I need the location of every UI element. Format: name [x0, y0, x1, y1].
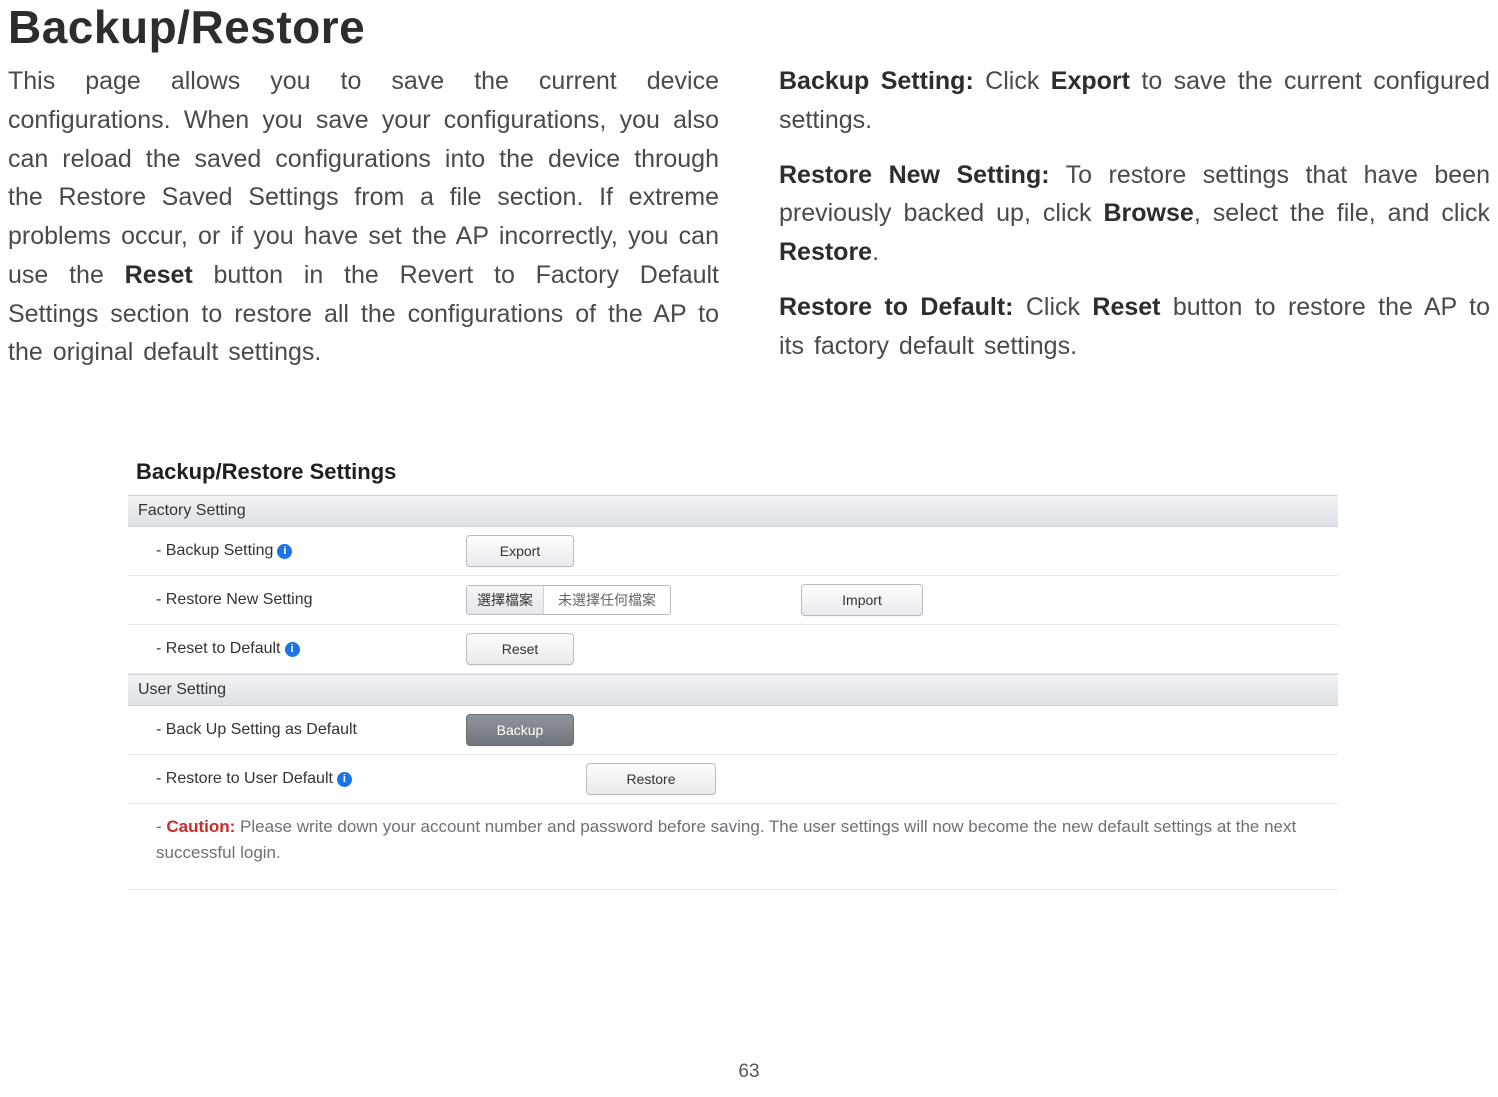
restore-default-heading: Restore to Default: [779, 293, 1013, 321]
backup-setting-text-1: Click [974, 67, 1051, 95]
label-backup-as-default: - Back Up Setting as Default [156, 721, 357, 739]
label-reset-to-default: - Reset to Default [156, 640, 281, 658]
label-restore-user-default: - Restore to User Default [156, 770, 333, 788]
import-button[interactable]: Import [801, 584, 923, 616]
backup-setting-heading: Backup Setting: [779, 67, 974, 95]
restore-new-text-3: . [872, 238, 879, 266]
info-icon[interactable]: i [285, 642, 300, 657]
label-restore-new-setting: - Restore New Setting [156, 591, 313, 609]
restore-new-heading: Restore New Setting: [779, 161, 1050, 189]
info-icon[interactable]: i [277, 544, 292, 559]
browse-word: Browse [1104, 199, 1194, 227]
reset-word-2: Reset [1092, 293, 1160, 321]
restore-new-text-2: , select the file, and click [1194, 199, 1490, 227]
caution-label: Caution: [166, 817, 235, 836]
backup-restore-panel: Backup/Restore Settings Factory Setting … [128, 453, 1338, 890]
reset-word: Reset [125, 261, 193, 289]
row-reset-to-default: - Reset to Default i Reset [128, 625, 1338, 674]
page-number: 63 [0, 1061, 1498, 1083]
panel-title: Backup/Restore Settings [128, 453, 1338, 495]
choose-file-button[interactable]: 選擇檔案 [467, 586, 544, 614]
caution-text: Please write down your account number an… [156, 817, 1296, 862]
export-word: Export [1051, 67, 1130, 95]
row-restore-new-setting: - Restore New Setting 選擇檔案 未選擇任何檔案 Impor… [128, 576, 1338, 625]
row-backup-as-default: - Back Up Setting as Default Backup [128, 706, 1338, 755]
restore-button[interactable]: Restore [586, 763, 716, 795]
caution-dash: - [156, 817, 166, 836]
reset-button[interactable]: Reset [466, 633, 574, 665]
caution-note: - Caution: Please write down your accoun… [128, 804, 1338, 890]
intro-paragraph-left: This page allows you to save the current… [8, 62, 719, 372]
intro-text-1: This page allows you to save the current… [8, 67, 719, 289]
section-user-setting: User Setting [128, 674, 1338, 706]
restore-default-text-1: Click [1013, 293, 1092, 321]
restore-word: Restore [779, 238, 872, 266]
file-input[interactable]: 選擇檔案 未選擇任何檔案 [466, 585, 671, 615]
info-icon[interactable]: i [337, 772, 352, 787]
intro-paragraph-right: Backup Setting: Click Export to save the… [779, 62, 1490, 381]
section-factory-setting: Factory Setting [128, 495, 1338, 527]
label-backup-setting: - Backup Setting [156, 542, 273, 560]
no-file-label: 未選擇任何檔案 [544, 590, 670, 610]
page-title: Backup/Restore [8, 0, 1490, 54]
export-button[interactable]: Export [466, 535, 574, 567]
row-backup-setting: - Backup Setting i Export [128, 527, 1338, 576]
row-restore-user-default: - Restore to User Default i Restore [128, 755, 1338, 804]
backup-button[interactable]: Backup [466, 714, 574, 746]
